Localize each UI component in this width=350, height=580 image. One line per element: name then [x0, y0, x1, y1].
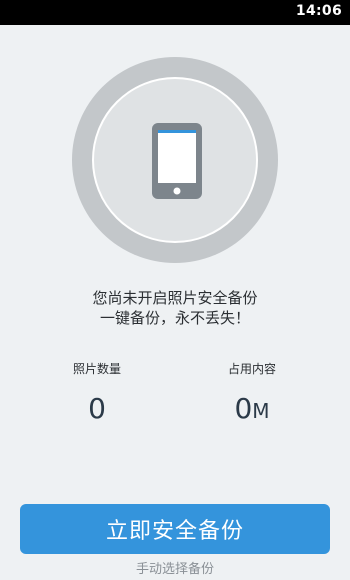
manual-select-backup-link[interactable]: 手动选择备份 [0, 558, 350, 577]
storage-used-label: 占用内容 [227, 362, 276, 376]
storage-used-value: 0 [234, 392, 253, 425]
backup-prompt-message: 您尚未开启照片安全备份 一键备份，永不丢失！ [0, 288, 350, 328]
status-bar: 14:06 [0, 0, 350, 25]
storage-used-stat: 占用内容 0M [192, 360, 312, 428]
smartphone-icon [152, 123, 202, 199]
storage-used-unit: M [252, 399, 270, 423]
backup-now-button[interactable]: 立即安全备份 [20, 504, 330, 554]
storage-used-value-wrap: 0M [192, 392, 312, 428]
status-time: 14:06 [295, 3, 342, 19]
message-line-2: 一键备份，永不丢失！ [99, 309, 250, 327]
photo-count-label: 照片数量 [72, 362, 121, 376]
backup-status-circle [92, 77, 258, 243]
photo-count-value: 0 [88, 392, 106, 425]
message-line-1: 您尚未开启照片安全备份 [92, 289, 258, 307]
backup-status-ring [72, 57, 278, 263]
photo-count-stat: 照片数量 0 [37, 360, 157, 426]
